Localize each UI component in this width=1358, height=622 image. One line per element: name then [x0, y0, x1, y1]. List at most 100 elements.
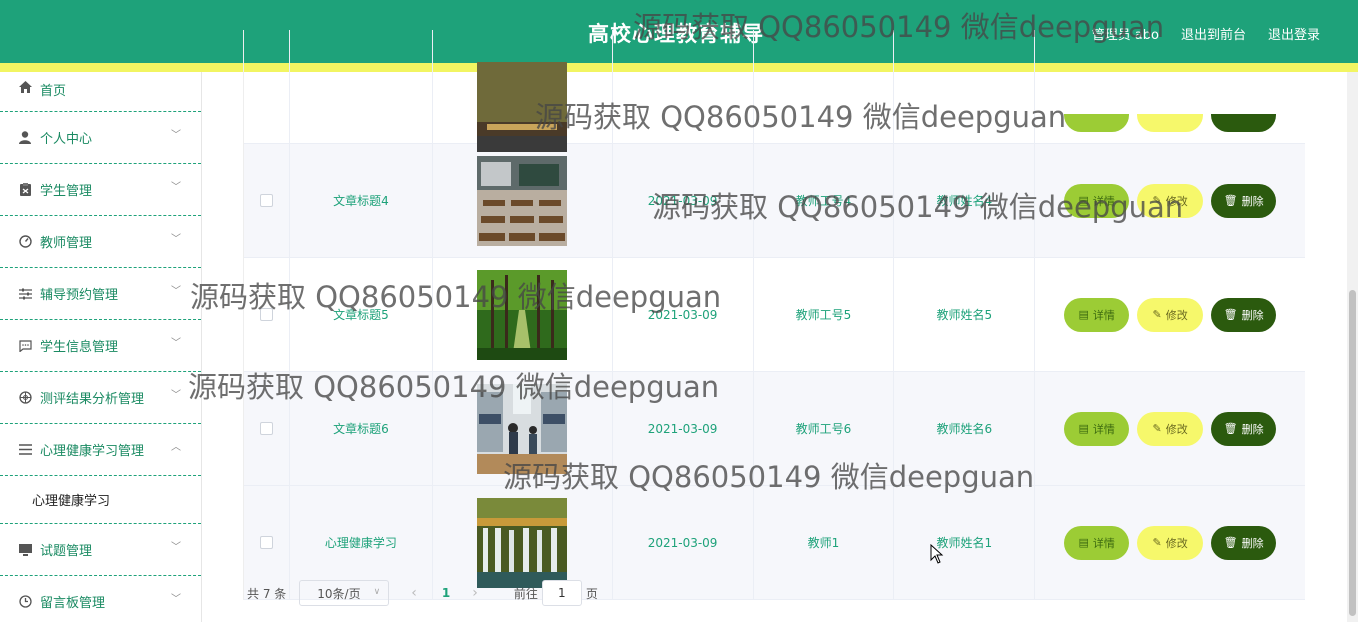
sidebar-item-label: 试题管理	[40, 544, 93, 559]
chevron-down-icon: ﹀	[171, 286, 181, 297]
detail-button[interactable]: ▤ 详情	[1064, 525, 1130, 560]
classroom-photo	[477, 155, 568, 246]
row-checkbox[interactable]	[259, 308, 273, 321]
scrollbar-thumb[interactable]	[1349, 290, 1356, 616]
cell-teacher-name: 教师姓名4	[894, 144, 1036, 257]
cell-date	[613, 30, 754, 143]
chevron-down-icon: ﹀	[171, 390, 181, 401]
prev-page-icon[interactable]: ‹	[411, 585, 417, 601]
edit-button-label: 修改	[1165, 536, 1188, 550]
waterfall-photo	[477, 497, 568, 588]
table-row: 文章标题6 2021-03-09 教师工号6 教师姓名6 ▤ 详情 ✎ 修改 🗑…	[244, 372, 1305, 486]
cell-title	[290, 30, 433, 143]
sidebar-item-assessment-analysis[interactable]: 测评结果分析管理 ﹀	[0, 372, 201, 424]
page-size-value: 10条/页	[317, 586, 361, 601]
row-checkbox[interactable]	[259, 194, 273, 207]
pencil-icon: ✎	[1152, 536, 1162, 549]
cell-title: 文章标题5	[290, 258, 433, 371]
edit-button[interactable]: ✎ 修改	[1137, 183, 1204, 218]
delete-button-label: 删除	[1241, 536, 1264, 550]
home-icon	[18, 80, 32, 94]
chevron-down-icon: ﹀	[171, 182, 181, 193]
mouse-cursor-icon	[930, 544, 944, 564]
sidebar-item-teacher-management[interactable]: 教师管理 ﹀	[0, 216, 201, 268]
chevron-down-icon: ﹀	[171, 338, 181, 349]
sidebar-item-student-management[interactable]: 学生管理 ﹀	[0, 164, 201, 216]
chat-icon	[18, 339, 32, 353]
chevron-down-icon: ∨	[373, 587, 381, 597]
row-checkbox[interactable]	[259, 536, 273, 549]
chevron-down-icon: ﹀	[171, 130, 181, 141]
delete-button-label: 删除	[1241, 422, 1264, 436]
sidebar-item-home[interactable]: 首页	[0, 72, 201, 112]
delete-button[interactable]: 🗑 删除	[1211, 297, 1277, 332]
document-icon: ▤	[1078, 422, 1089, 435]
cell-teacher-name: 教师姓名5	[894, 258, 1036, 371]
detail-button-label: 详情	[1092, 422, 1115, 436]
page-number[interactable]: 1	[442, 586, 450, 600]
sidebar-item-label: 教师管理	[40, 236, 93, 251]
table-row: 文章标题5 2021-03-09 教师工号5 教师姓名5 ▤ 详情 ✎ 修改 🗑…	[244, 258, 1305, 372]
table-row: 文章标题4 2021-03-09 教师工号4 教师姓名4 ▤ 详情 ✎ 修改 🗑…	[244, 144, 1305, 258]
delete-button[interactable]	[1211, 114, 1277, 132]
sidebar-item-label: 心理健康学习管理	[40, 444, 145, 459]
detail-button[interactable]: ▤ 详情	[1064, 183, 1130, 218]
row-checkbox[interactable]	[259, 422, 273, 435]
delete-button[interactable]: 🗑 删除	[1211, 183, 1277, 218]
cell-date: 2021-03-09	[613, 258, 754, 371]
sidebar-item-personal-center[interactable]: 个人中心 ﹀	[0, 112, 201, 164]
detail-button[interactable]	[1064, 114, 1130, 132]
goto-page-input[interactable]	[541, 580, 582, 606]
compass-icon	[18, 391, 32, 405]
detail-button-label: 详情	[1092, 536, 1115, 550]
article-table: 文章标题4 2021-03-09 教师工号4 教师姓名4 ▤ 详情 ✎ 修改 🗑…	[243, 30, 1305, 600]
total-count: 共 7 条	[247, 586, 287, 601]
sidebar-item-appointment-management[interactable]: 辅导预约管理 ﹀	[0, 268, 201, 320]
cell-teacher-no: 教师1	[754, 486, 895, 599]
detail-button-label: 详情	[1092, 194, 1115, 208]
trash-icon: 🗑	[1223, 422, 1238, 435]
sidebar-item-question-management[interactable]: 试题管理 ﹀	[0, 524, 201, 576]
list-icon	[18, 443, 32, 457]
next-page-icon[interactable]: ›	[472, 585, 478, 601]
dashboard-icon	[18, 235, 32, 249]
cell-teacher-name: 教师姓名1	[894, 486, 1036, 599]
cell-teacher-no	[754, 30, 895, 143]
sidebar-item-message-board[interactable]: 留言板管理 ﹀	[0, 576, 201, 622]
campus-photo	[477, 61, 568, 152]
trash-icon: 🗑	[1223, 194, 1238, 207]
sidebar-item-label: 学生信息管理	[40, 340, 119, 355]
chevron-up-icon: ︿	[171, 442, 181, 453]
sidebar-item-label: 辅导预约管理	[40, 288, 119, 303]
edit-button-label: 修改	[1165, 194, 1188, 208]
monitor-icon	[18, 543, 32, 557]
delete-button[interactable]: 🗑 删除	[1211, 525, 1277, 560]
pencil-icon: ✎	[1152, 308, 1162, 321]
edit-button[interactable]: ✎ 修改	[1137, 411, 1204, 446]
detail-button[interactable]: ▤ 详情	[1064, 297, 1130, 332]
submenu-item-mental-health-learning[interactable]: 心理健康学习	[0, 476, 201, 524]
detail-button[interactable]: ▤ 详情	[1064, 411, 1130, 446]
id-card-icon	[18, 183, 32, 197]
vertical-scrollbar[interactable]	[1347, 72, 1358, 622]
document-icon: ▤	[1078, 194, 1089, 207]
cell-teacher-name	[894, 30, 1036, 143]
chevron-down-icon: ﹀	[171, 542, 181, 553]
edit-button[interactable]	[1137, 114, 1204, 132]
sidebar: 首页 个人中心 ﹀ 学生管理 ﹀ 教师管理 ﹀ 辅导预约管理 ﹀ 学生信息管理 …	[0, 72, 202, 622]
pagination: 共 7 条 10条/页 ∨ ‹ 1 › 前往 页	[247, 580, 598, 606]
sidebar-item-mental-health-learning[interactable]: 心理健康学习管理 ︿	[0, 424, 201, 476]
edit-button[interactable]: ✎ 修改	[1137, 297, 1204, 332]
edit-button[interactable]: ✎ 修改	[1137, 525, 1204, 560]
edit-button-label: 修改	[1165, 422, 1188, 436]
chevron-down-icon: ﹀	[171, 594, 181, 605]
delete-button-label: 删除	[1241, 308, 1264, 322]
delete-button[interactable]: 🗑 删除	[1211, 411, 1277, 446]
cell-date: 2021-03-09	[613, 486, 754, 599]
cell-teacher-no: 教师工号4	[754, 144, 895, 257]
sidebar-item-student-info-management[interactable]: 学生信息管理 ﹀	[0, 320, 201, 372]
goto-suffix: 页	[585, 586, 598, 601]
main-content: 文章标题4 2021-03-09 教师工号4 教师姓名4 ▤ 详情 ✎ 修改 🗑…	[226, 30, 1324, 622]
page-size-select[interactable]: 10条/页 ∨	[299, 580, 390, 606]
cell-teacher-no: 教师工号6	[754, 372, 895, 485]
